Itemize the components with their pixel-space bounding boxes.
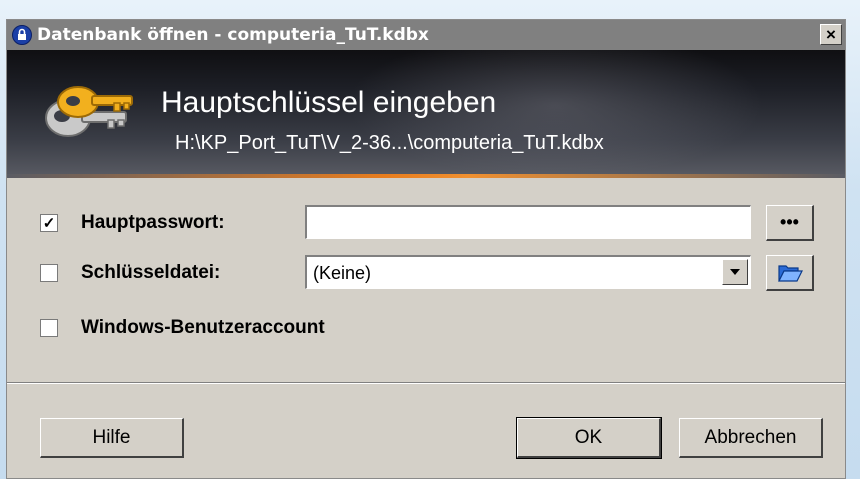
title-bar[interactable]: Datenbank öffnen - computeria_TuT.kdbx × xyxy=(7,20,845,50)
separator xyxy=(7,382,845,384)
key-file-select[interactable]: (Keine) xyxy=(305,255,751,289)
database-path: H:\KP_Port_TuT\V_2-36...\computeria_TuT.… xyxy=(175,132,604,154)
window-title: Datenbank öffnen - computeria_TuT.kdbx xyxy=(37,25,429,45)
banner-title: Hauptschlüssel eingeben xyxy=(161,86,497,119)
master-password-input[interactable] xyxy=(305,205,751,239)
folder-open-icon xyxy=(777,264,803,282)
key-file-row: Schlüsseldatei: (Keine) xyxy=(7,255,845,291)
lock-icon xyxy=(12,25,32,45)
master-password-row: ✓ Hauptpasswort: ••• xyxy=(7,205,845,241)
key-file-checkbox[interactable] xyxy=(40,264,58,282)
close-button[interactable]: × xyxy=(820,24,842,45)
aero-frame: Datenbank öffnen - computeria_TuT.kdbx × xyxy=(0,0,860,479)
open-database-dialog: Datenbank öffnen - computeria_TuT.kdbx × xyxy=(6,19,846,479)
help-button[interactable]: Hilfe xyxy=(40,418,184,458)
key-icon xyxy=(42,82,138,151)
check-icon: ✓ xyxy=(42,214,56,232)
cancel-button[interactable]: Abbrechen xyxy=(679,418,823,458)
dots-icon: ••• xyxy=(780,212,799,232)
key-file-selected-value: (Keine) xyxy=(313,263,372,283)
master-password-checkbox[interactable]: ✓ xyxy=(40,214,58,232)
windows-account-label: Windows-Benutzeraccount xyxy=(81,317,325,338)
master-password-label: Hauptpasswort: xyxy=(81,212,225,233)
windows-account-row: Windows-Benutzeraccount xyxy=(7,310,845,346)
browse-key-file-button[interactable] xyxy=(766,255,814,291)
close-icon: × xyxy=(826,25,836,44)
key-file-label: Schlüsseldatei: xyxy=(81,262,221,283)
header-banner: Hauptschlüssel eingeben H:\KP_Port_TuT\V… xyxy=(7,50,845,178)
ok-button[interactable]: OK xyxy=(516,417,662,459)
dropdown-arrow[interactable] xyxy=(722,259,748,285)
show-password-button[interactable]: ••• xyxy=(766,205,814,241)
windows-account-checkbox[interactable] xyxy=(40,319,58,337)
chevron-down-icon xyxy=(730,269,740,275)
